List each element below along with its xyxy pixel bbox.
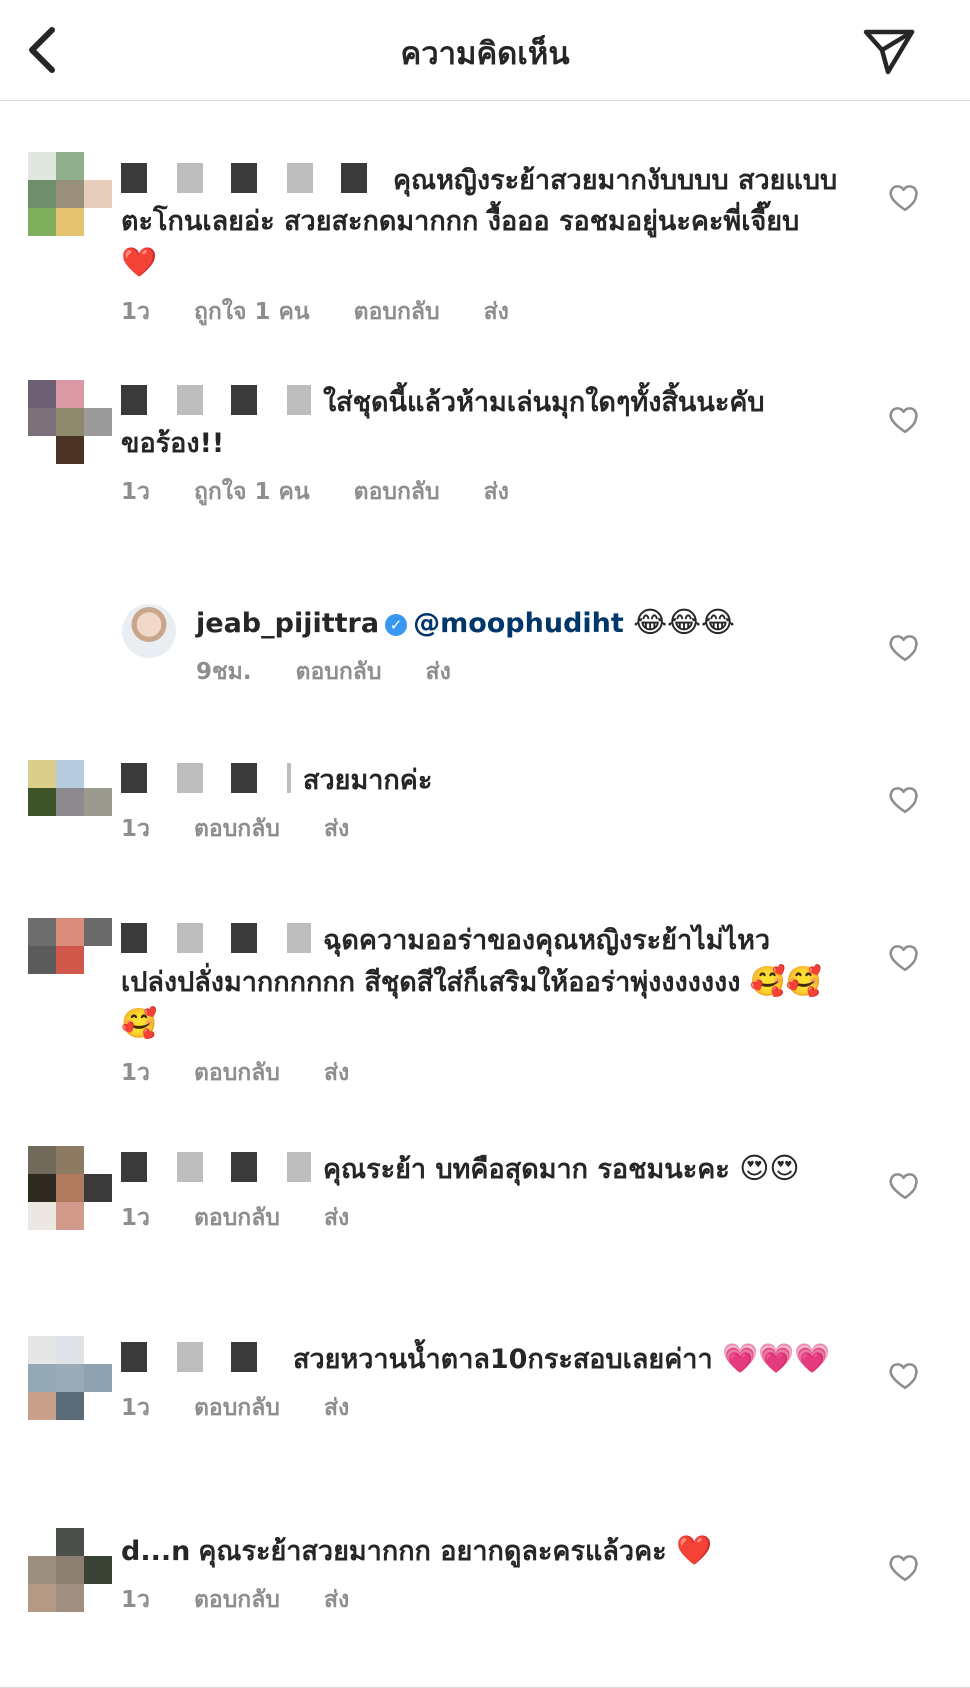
avatar[interactable] <box>28 918 112 1002</box>
comment-text: ใส่ชุดนี้แล้วห้ามเล่นมุกใดๆทั้งสิ้นนะคับ… <box>121 382 841 464</box>
comment-text: jeab_pijittra ✓ @moophudiht 😂😂😂 <box>196 602 836 644</box>
likes-count[interactable]: ถูกใจ 1 คน <box>194 299 310 325</box>
comment-meta: 1ว ตอบกลับ ส่ง <box>121 811 841 847</box>
heart-icon <box>889 635 918 662</box>
comment-time: 1ว <box>121 1587 150 1613</box>
pink-heart-emoji: 💗💗💗 <box>722 1341 831 1375</box>
like-button[interactable] <box>888 1168 922 1202</box>
comment-meta: 1ว ถูกใจ 1 คน ตอบกลับ ส่ง <box>121 474 841 510</box>
comment-time: 1ว <box>121 479 150 505</box>
comment-meta: 1ว ตอบกลับ ส่ง <box>121 1200 841 1236</box>
comment-meta: 1ว ตอบกลับ ส่ง <box>121 1055 841 1091</box>
reply-button[interactable]: ตอบกลับ <box>194 1060 280 1086</box>
comment-text: สวยมากค่ะ <box>121 760 841 801</box>
page-title: ความคิดเห็น <box>400 36 570 72</box>
avatar[interactable] <box>28 1336 112 1420</box>
chevron-left-icon <box>29 27 55 73</box>
reply-button[interactable]: ตอบกลับ <box>354 479 440 505</box>
back-button[interactable] <box>22 22 66 78</box>
reply-button[interactable]: ตอบกลับ <box>296 659 382 685</box>
avatar[interactable] <box>28 152 112 236</box>
heart-icon <box>889 1555 918 1582</box>
reply-button[interactable]: ตอบกลับ <box>194 816 280 842</box>
comment-time: 1ว <box>121 299 150 325</box>
username[interactable] <box>121 163 381 193</box>
username[interactable]: jeab_pijittra <box>196 608 379 639</box>
mention-link[interactable]: @moophudiht <box>413 608 624 639</box>
comment-meta: 1ว ตอบกลับ ส่ง <box>121 1582 841 1618</box>
comment-meta: 1ว ตอบกลับ ส่ง <box>121 1390 841 1426</box>
heart-icon <box>889 185 918 212</box>
red-heart-emoji: ❤️ <box>121 245 158 279</box>
username[interactable] <box>121 923 311 953</box>
avatar[interactable] <box>28 1146 112 1230</box>
comment-meta: 1ว ถูกใจ 1 คน ตอบกลับ ส่ง <box>121 294 841 330</box>
paper-plane-icon <box>863 29 915 75</box>
like-button[interactable] <box>888 630 922 664</box>
comment-text: คุณหญิงระย้าสวยมากงับบบบ สวยแบบตะโกนเลยอ… <box>121 160 841 284</box>
verified-badge-icon: ✓ <box>385 614 408 636</box>
avatar[interactable] <box>122 604 176 658</box>
like-button[interactable] <box>888 1550 922 1584</box>
comment-time: 1ว <box>121 1205 150 1231</box>
heart-icon <box>889 407 918 434</box>
comment-text: สวยหวานน้ำตาล10กระสอบเลยค่าา 💗💗💗 <box>121 1338 841 1380</box>
share-button[interactable] <box>860 22 918 78</box>
comment-time: 1ว <box>121 1395 150 1421</box>
like-button[interactable] <box>888 782 922 816</box>
comment-body: คุณระย้าสวยมากกก อยากดูละครแล้วคะ <box>198 1536 667 1567</box>
username[interactable]: d...n <box>121 1531 190 1572</box>
comment-time: 9ชม. <box>196 659 252 685</box>
comment-meta: 9ชม. ตอบกลับ ส่ง <box>196 654 836 690</box>
avatar[interactable] <box>28 760 112 844</box>
laughing-emoji: 😂😂😂 <box>633 605 735 639</box>
heart-icon <box>889 1173 918 1200</box>
send-button[interactable]: ส่ง <box>426 659 451 685</box>
comment-text: d...n คุณระย้าสวยมากกก อยากดูละครแล้วคะ ❤… <box>121 1530 841 1572</box>
heart-eyes-emoji: 😍😍 <box>739 1151 800 1185</box>
heart-icon <box>889 945 918 972</box>
reply-button[interactable]: ตอบกลับ <box>194 1395 280 1421</box>
heart-icon <box>889 1363 918 1390</box>
username[interactable] <box>121 1152 311 1182</box>
like-button[interactable] <box>888 940 922 974</box>
reply-button[interactable]: ตอบกลับ <box>194 1587 280 1613</box>
username[interactable] <box>121 385 311 415</box>
red-heart-emoji: ❤️ <box>676 1533 713 1567</box>
like-button[interactable] <box>888 402 922 436</box>
comment-body: สวยหวานน้ำตาล10กระสอบเลยค่าา <box>293 1344 713 1375</box>
heart-icon <box>889 787 918 814</box>
send-button[interactable]: ส่ง <box>324 1587 349 1613</box>
send-button[interactable]: ส่ง <box>484 299 509 325</box>
send-button[interactable]: ส่ง <box>324 1205 349 1231</box>
reply-button[interactable]: ตอบกลับ <box>354 299 440 325</box>
send-button[interactable]: ส่ง <box>324 1060 349 1086</box>
comment-time: 1ว <box>121 1060 150 1086</box>
avatar[interactable] <box>28 380 112 464</box>
likes-count[interactable]: ถูกใจ 1 คน <box>194 479 310 505</box>
comment-text: คุณระย้า บทคือสุดมาก รอชมนะคะ 😍😍 <box>121 1148 841 1190</box>
username[interactable] <box>121 763 291 793</box>
send-button[interactable]: ส่ง <box>324 1395 349 1421</box>
send-button[interactable]: ส่ง <box>324 816 349 842</box>
reply-button[interactable]: ตอบกลับ <box>194 1205 280 1231</box>
like-button[interactable] <box>888 180 922 214</box>
comment-body: สวยมากค่ะ <box>303 765 433 796</box>
username[interactable] <box>121 1342 281 1372</box>
avatar[interactable] <box>28 1528 112 1612</box>
comment-body: คุณระย้า บทคือสุดมาก รอชมนะคะ <box>323 1154 730 1185</box>
send-button[interactable]: ส่ง <box>484 479 509 505</box>
header-bar: ความคิดเห็น <box>0 0 970 101</box>
comment-time: 1ว <box>121 816 150 842</box>
comment-text: ฉุดความออร่าของคุณหญิงระย้าไม่ไหว เปล่งป… <box>121 920 841 1045</box>
like-button[interactable] <box>888 1358 922 1392</box>
